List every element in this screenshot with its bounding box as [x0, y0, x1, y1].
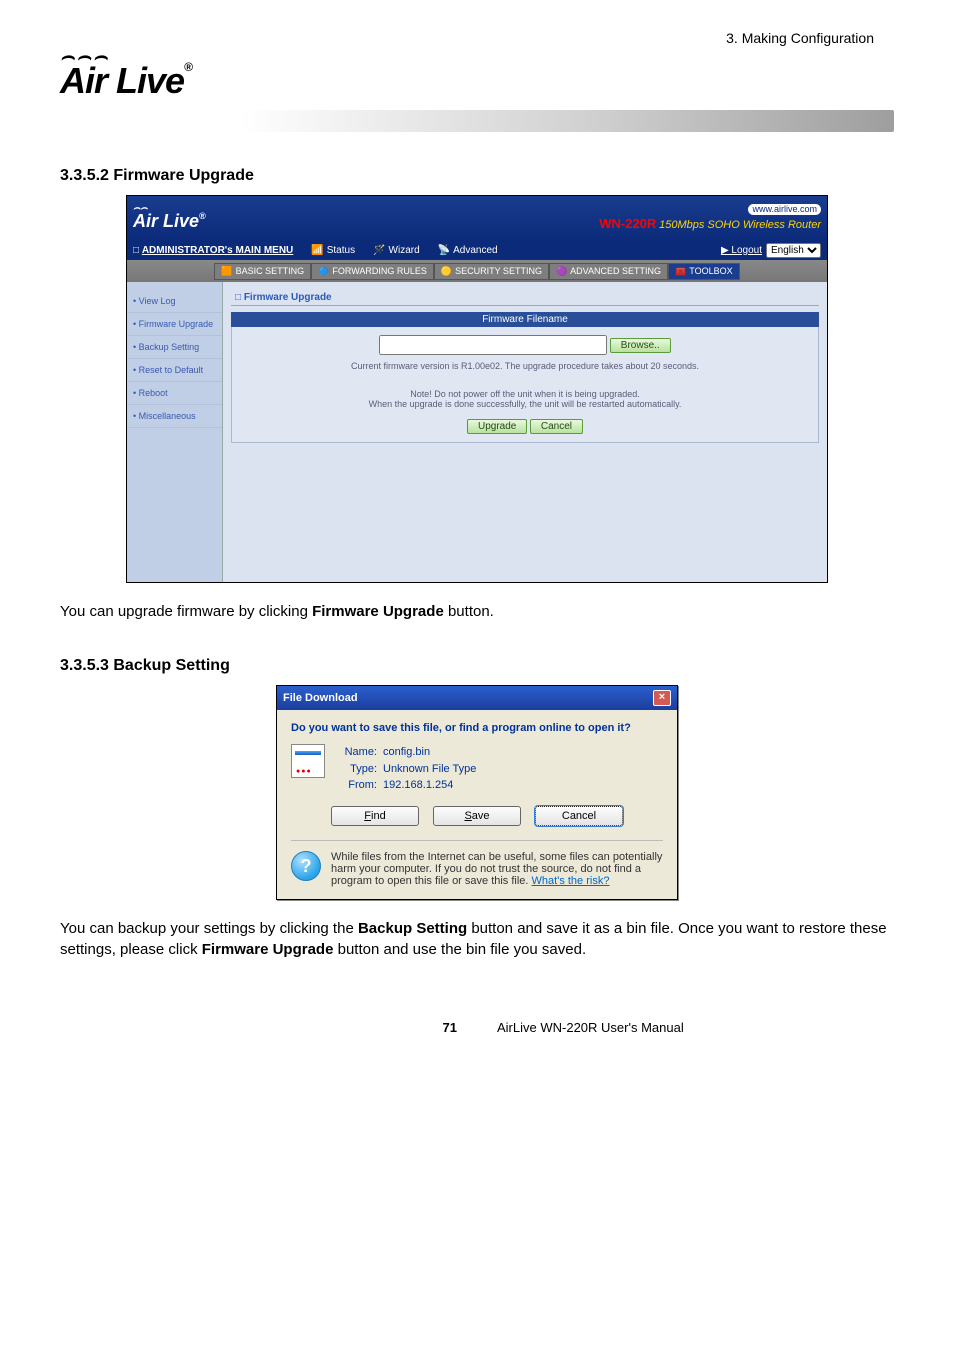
sidebar-miscellaneous[interactable]: • Miscellaneous: [127, 405, 222, 428]
admin-main-menu-link[interactable]: ADMINISTRATOR's MAIN MENU: [142, 245, 293, 256]
save-button[interactable]: Save: [433, 806, 521, 826]
section-heading-firmware: 3.3.5.2 Firmware Upgrade: [60, 167, 894, 185]
page-footer: 71 AirLive WN-220R User's Manual: [60, 1020, 894, 1035]
from-value: 192.168.1.254: [383, 779, 453, 791]
upgrade-button[interactable]: Upgrade: [467, 419, 527, 434]
header-divider: [240, 110, 894, 132]
close-icon[interactable]: ×: [653, 690, 671, 706]
sidebar: • View Log • Firmware Upgrade • Backup S…: [127, 282, 223, 582]
menu-status[interactable]: 📶 Status: [311, 245, 355, 256]
menu-advanced[interactable]: 📡 Advanced: [438, 245, 498, 256]
file-type-icon: [291, 744, 325, 778]
sidebar-reboot[interactable]: • Reboot: [127, 382, 222, 405]
find-button[interactable]: Find: [331, 806, 419, 826]
from-label: From:: [335, 777, 377, 794]
page-number: 71: [60, 1020, 497, 1035]
router-screenshot: ⌢⌢ Air Live® www.airlive.com WN-220R 150…: [126, 195, 828, 583]
sidebar-reset-default[interactable]: • Reset to Default: [127, 359, 222, 382]
dialog-question: Do you want to save this file, or find a…: [291, 722, 663, 734]
browse-button[interactable]: Browse..: [610, 338, 671, 353]
type-value: Unknown File Type: [383, 763, 476, 775]
router-logo: ⌢⌢ Air Live®: [133, 205, 206, 232]
name-value: config.bin: [383, 746, 430, 758]
menu-wizard[interactable]: 🪄 Wizard: [373, 245, 420, 256]
name-label: Name:: [335, 744, 377, 761]
version-text: Current firmware version is R1.00e02. Th…: [240, 361, 810, 371]
airlive-logo: ⌢⌢⌢ Air Live®: [60, 52, 192, 102]
note-text: Note! Do not power off the unit when it …: [240, 389, 810, 399]
cancel-button[interactable]: Cancel: [530, 419, 583, 434]
paragraph-firmware: You can upgrade firmware by clicking Fir…: [60, 601, 894, 622]
sidebar-backup-setting[interactable]: • Backup Setting: [127, 336, 222, 359]
sidebar-view-log[interactable]: • View Log: [127, 290, 222, 313]
manual-name: AirLive WN-220R User's Manual: [497, 1020, 894, 1035]
url-badge: www.airlive.com: [748, 204, 821, 215]
logout-link[interactable]: ▶ Logout: [721, 245, 762, 256]
tab-basic[interactable]: 🟧 BASIC SETTING: [214, 263, 311, 280]
model-label: WN-220R: [599, 216, 656, 231]
section-heading-backup: 3.3.5.3 Backup Setting: [60, 657, 894, 675]
file-download-dialog: File Download × Do you want to save this…: [276, 685, 678, 900]
tab-bar: 🟧 BASIC SETTING 🔷 FORWARDING RULES 🟡 SEC…: [127, 260, 827, 282]
tab-toolbox[interactable]: 🧰 TOOLBOX: [668, 263, 740, 280]
paragraph-backup: You can backup your settings by clicking…: [60, 918, 894, 960]
chapter-label: 3. Making Configuration: [60, 30, 894, 46]
warning-text: While files from the Internet can be use…: [331, 851, 663, 887]
tab-security[interactable]: 🟡 SECURITY SETTING: [434, 263, 549, 280]
language-select[interactable]: English: [766, 243, 821, 258]
panel-title: □ Firmware Upgrade: [231, 290, 819, 306]
help-icon: ?: [291, 851, 321, 881]
panel-header: Firmware Filename: [231, 312, 819, 327]
whats-the-risk-link[interactable]: What's the risk?: [532, 875, 610, 887]
tagline: 150Mbps SOHO Wireless Router: [659, 219, 821, 231]
done-text: When the upgrade is done successfully, t…: [240, 399, 810, 409]
type-label: Type:: [335, 761, 377, 778]
tab-advanced[interactable]: 🟣 ADVANCED SETTING: [549, 263, 668, 280]
tab-forwarding[interactable]: 🔷 FORWARDING RULES: [311, 263, 434, 280]
firmware-file-field[interactable]: [379, 335, 607, 355]
sidebar-firmware-upgrade[interactable]: • Firmware Upgrade: [127, 313, 222, 336]
dialog-title: File Download: [283, 692, 358, 704]
cancel-button-dialog[interactable]: Cancel: [535, 806, 623, 826]
